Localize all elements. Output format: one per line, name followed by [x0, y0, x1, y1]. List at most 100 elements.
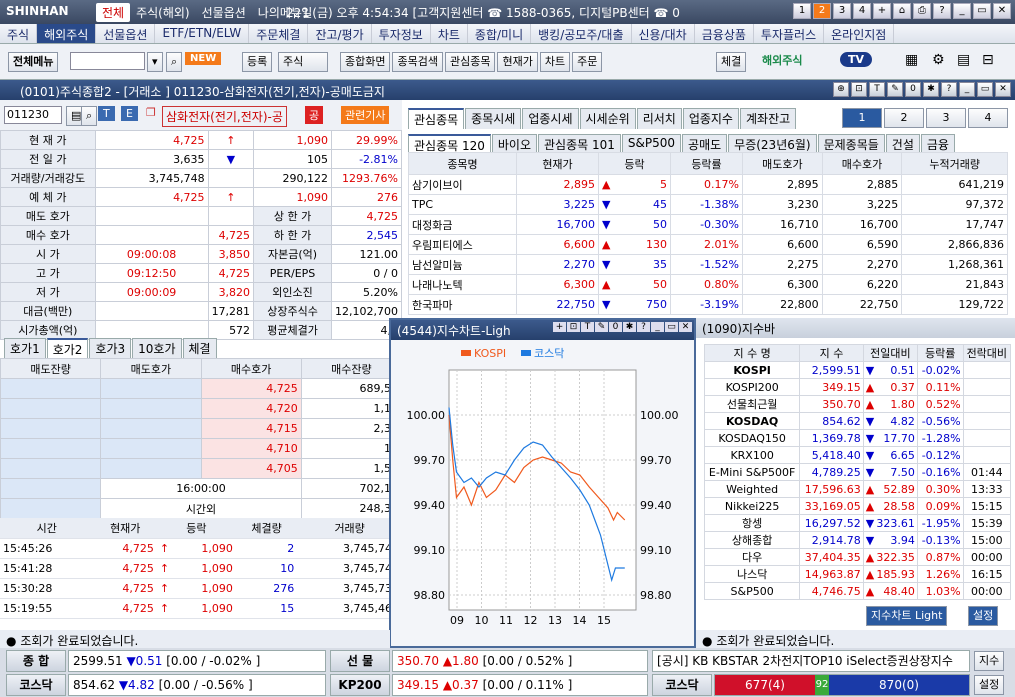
zero-icon[interactable]: 0 — [905, 82, 921, 97]
menu-item[interactable]: 해외주식 — [37, 24, 97, 43]
top-menu-item[interactable]: 전체 — [96, 3, 131, 22]
window-control-9[interactable]: ▭ — [973, 3, 991, 19]
menu-item[interactable]: ETF/ETN/ELW — [155, 24, 250, 43]
orderbook-tab[interactable]: 호가1 — [4, 338, 46, 359]
page-tab[interactable]: 4 — [968, 108, 1008, 128]
menu-item[interactable]: 차트 — [431, 24, 468, 43]
index-row[interactable]: 나스닥 14,963.87 ▲ 185.93 1.26% 16:15 — [703, 565, 1012, 583]
ticket-icon[interactable]: ⊕ — [833, 82, 849, 97]
menu-item[interactable]: 금융상품 — [695, 24, 754, 43]
close-icon[interactable]: ✕ — [995, 82, 1011, 97]
gear-icon[interactable]: ⚙ — [932, 52, 945, 68]
window-control-7[interactable]: ? — [933, 3, 951, 19]
overseas-link[interactable]: 해외주식 — [762, 52, 802, 68]
edit-icon[interactable]: ✎ — [595, 322, 608, 332]
link-icon[interactable]: ⊡ — [567, 322, 580, 332]
help-icon[interactable]: ? — [637, 322, 650, 332]
watchlist-row[interactable]: 한국파마 22,750 ▼ 750 -3.19% 22,800 22,750 129,722 — [408, 294, 1008, 315]
toolbar-button[interactable]: 종합화면 — [340, 52, 391, 72]
link-icon[interactable]: ⊡ — [851, 82, 867, 97]
index-row[interactable]: 선물최근월 350.70 ▲ 1.80 0.52% — [703, 395, 1012, 413]
bid-price[interactable]: 4,720 — [200, 398, 302, 419]
watchlist-row[interactable]: 우림피티에스 6,600 ▲ 130 2.01% 6,600 6,590 2,866,836 — [408, 234, 1008, 255]
page-tab[interactable]: 3 — [926, 108, 966, 128]
stock-select[interactable]: 주식 — [278, 52, 328, 72]
window-control-8[interactable]: _ — [953, 3, 971, 19]
window-control-3[interactable]: 4 — [853, 3, 871, 19]
menu-item[interactable]: 주문체결 — [249, 24, 309, 43]
index-row[interactable]: KOSDAQ150 1,369.78 ▼ 17.70 -1.28% — [703, 429, 1012, 447]
menu-item[interactable]: 투자정보 — [372, 24, 431, 43]
window-control-1[interactable]: 2 — [813, 3, 831, 19]
orderbook-tab[interactable]: 호가3 — [89, 338, 132, 359]
right-tab[interactable]: 업종시세 — [522, 108, 579, 129]
bid-price[interactable]: 4,705 — [200, 458, 302, 479]
toolbar-button[interactable]: 차트 — [539, 52, 571, 72]
text-icon[interactable]: T — [869, 82, 885, 97]
stock-code-input[interactable]: 011230 — [4, 106, 62, 124]
minimize-icon[interactable]: _ — [959, 82, 975, 97]
toolbar-button[interactable]: 주문 — [572, 52, 603, 72]
index-row[interactable]: KOSPI 2,599.51 ▼ 0.51 -0.02% — [703, 361, 1012, 379]
maximize-icon[interactable]: ▭ — [665, 322, 678, 332]
right-tab[interactable]: 계좌잔고 — [739, 108, 797, 129]
watchlist-row[interactable]: 남선알미늄 2,270 ▼ 35 -1.52% 2,275 2,270 1,268,361 — [408, 254, 1008, 275]
window-control-10[interactable]: ✕ — [993, 3, 1011, 19]
favorite-icon[interactable]: ❐ — [146, 106, 156, 119]
menu-item[interactable]: 주식 — [0, 24, 38, 43]
news-ticker[interactable]: [공시] KB KBSTAR 2차전지TOP10 iSelect증권상장지수 — [652, 650, 970, 672]
add-icon[interactable]: + — [553, 322, 566, 332]
trade-button[interactable]: 체결 — [716, 52, 747, 72]
right-tab[interactable]: 업종지수 — [682, 108, 739, 129]
window-control-2[interactable]: 3 — [833, 3, 851, 19]
index-row[interactable]: S&P500 4,746.75 ▲ 48.40 1.03% 00:00 — [703, 582, 1012, 600]
index-row[interactable]: 항셍 16,297.52 ▼ 323.61 -1.95% 15:39 — [703, 514, 1012, 532]
new-button[interactable]: NEW — [185, 52, 222, 65]
index-line-chart[interactable]: 100.00 100.00 99.70 99.70 99.40 99.40 99.10 99.… — [391, 340, 694, 646]
top-menu-item[interactable]: 선물옵션 — [196, 3, 252, 22]
index-chart-light-button[interactable]: 지수차트 Light — [866, 606, 948, 626]
page-tab[interactable]: 1 — [842, 108, 882, 128]
index-row[interactable]: 다우 37,404.35 ▲ 322.35 0.87% 00:00 — [703, 548, 1012, 566]
maximize-icon[interactable]: ▭ — [977, 82, 993, 97]
text-icon[interactable]: T — [581, 322, 594, 332]
toolbar-button[interactable]: 종목검색 — [392, 52, 443, 72]
dropdown-arrow-icon[interactable]: ▾ — [147, 52, 163, 72]
menu-item[interactable]: 뱅킹/공모주/대출 — [531, 24, 632, 43]
calculator-icon[interactable]: ▦ — [905, 52, 918, 68]
menu-item[interactable]: 종합/미니 — [468, 24, 532, 43]
search-icon[interactable]: ⌕ — [166, 52, 183, 72]
all-menu-button[interactable]: 전체메뉴 — [8, 52, 59, 72]
menu-item[interactable]: 선물옵션 — [96, 24, 156, 43]
help-icon[interactable]: ? — [941, 82, 957, 97]
news-button[interactable]: 관련기사 — [341, 106, 390, 124]
orderbook-tab[interactable]: 호가2 — [46, 338, 89, 359]
settings-button[interactable]: 설정 — [968, 606, 999, 626]
lock-icon[interactable]: ⊟ — [982, 52, 994, 68]
window-control-0[interactable]: 1 — [793, 3, 811, 19]
close-icon[interactable]: ✕ — [679, 322, 692, 332]
top-menu-item[interactable]: 주식(해외) — [130, 3, 196, 22]
index-row[interactable]: KOSDAQ 854.62 ▼ 4.82 -0.56% — [703, 412, 1012, 430]
toolbar-button[interactable]: 관심종목 — [444, 52, 496, 72]
window-control-4[interactable]: + — [873, 3, 891, 19]
pin-icon[interactable]: ✱ — [623, 322, 636, 332]
window-control-5[interactable]: ⌂ — [893, 3, 911, 19]
index-row[interactable]: Weighted 17,596.63 ▲ 52.89 0.30% 13:33 — [703, 480, 1012, 498]
t-button[interactable]: T — [98, 106, 115, 121]
menu-item[interactable]: 신용/대차 — [632, 24, 695, 43]
minimize-icon[interactable]: _ — [651, 322, 664, 332]
e-button[interactable]: E — [121, 106, 138, 121]
watchlist-row[interactable]: 삼기이브이 2,895 ▲ 5 0.17% 2,895 2,885 641,219 — [408, 174, 1008, 195]
orderbook-tab[interactable]: 체결 — [182, 338, 217, 359]
right-tab[interactable]: 종목시세 — [465, 108, 522, 129]
watchlist-row[interactable]: 대정화금 16,700 ▼ 50 -0.30% 16,710 16,700 17,747 — [408, 214, 1008, 235]
menu-item[interactable]: 잔고/평가 — [308, 24, 372, 43]
edit-icon[interactable]: ✎ — [887, 82, 903, 97]
watchlist-row[interactable]: TPC 3,225 ▼ 45 -1.38% 3,230 3,225 97,372 — [408, 194, 1008, 215]
toolbar-button[interactable]: 현재가 — [497, 52, 538, 72]
search-icon[interactable]: ⌕ — [81, 106, 98, 126]
menu-item[interactable]: 투자플러스 — [754, 24, 825, 43]
bid-price[interactable]: 4,710 — [200, 438, 302, 459]
index-row[interactable]: KOSPI200 349.15 ▲ 0.37 0.11% — [703, 378, 1012, 396]
